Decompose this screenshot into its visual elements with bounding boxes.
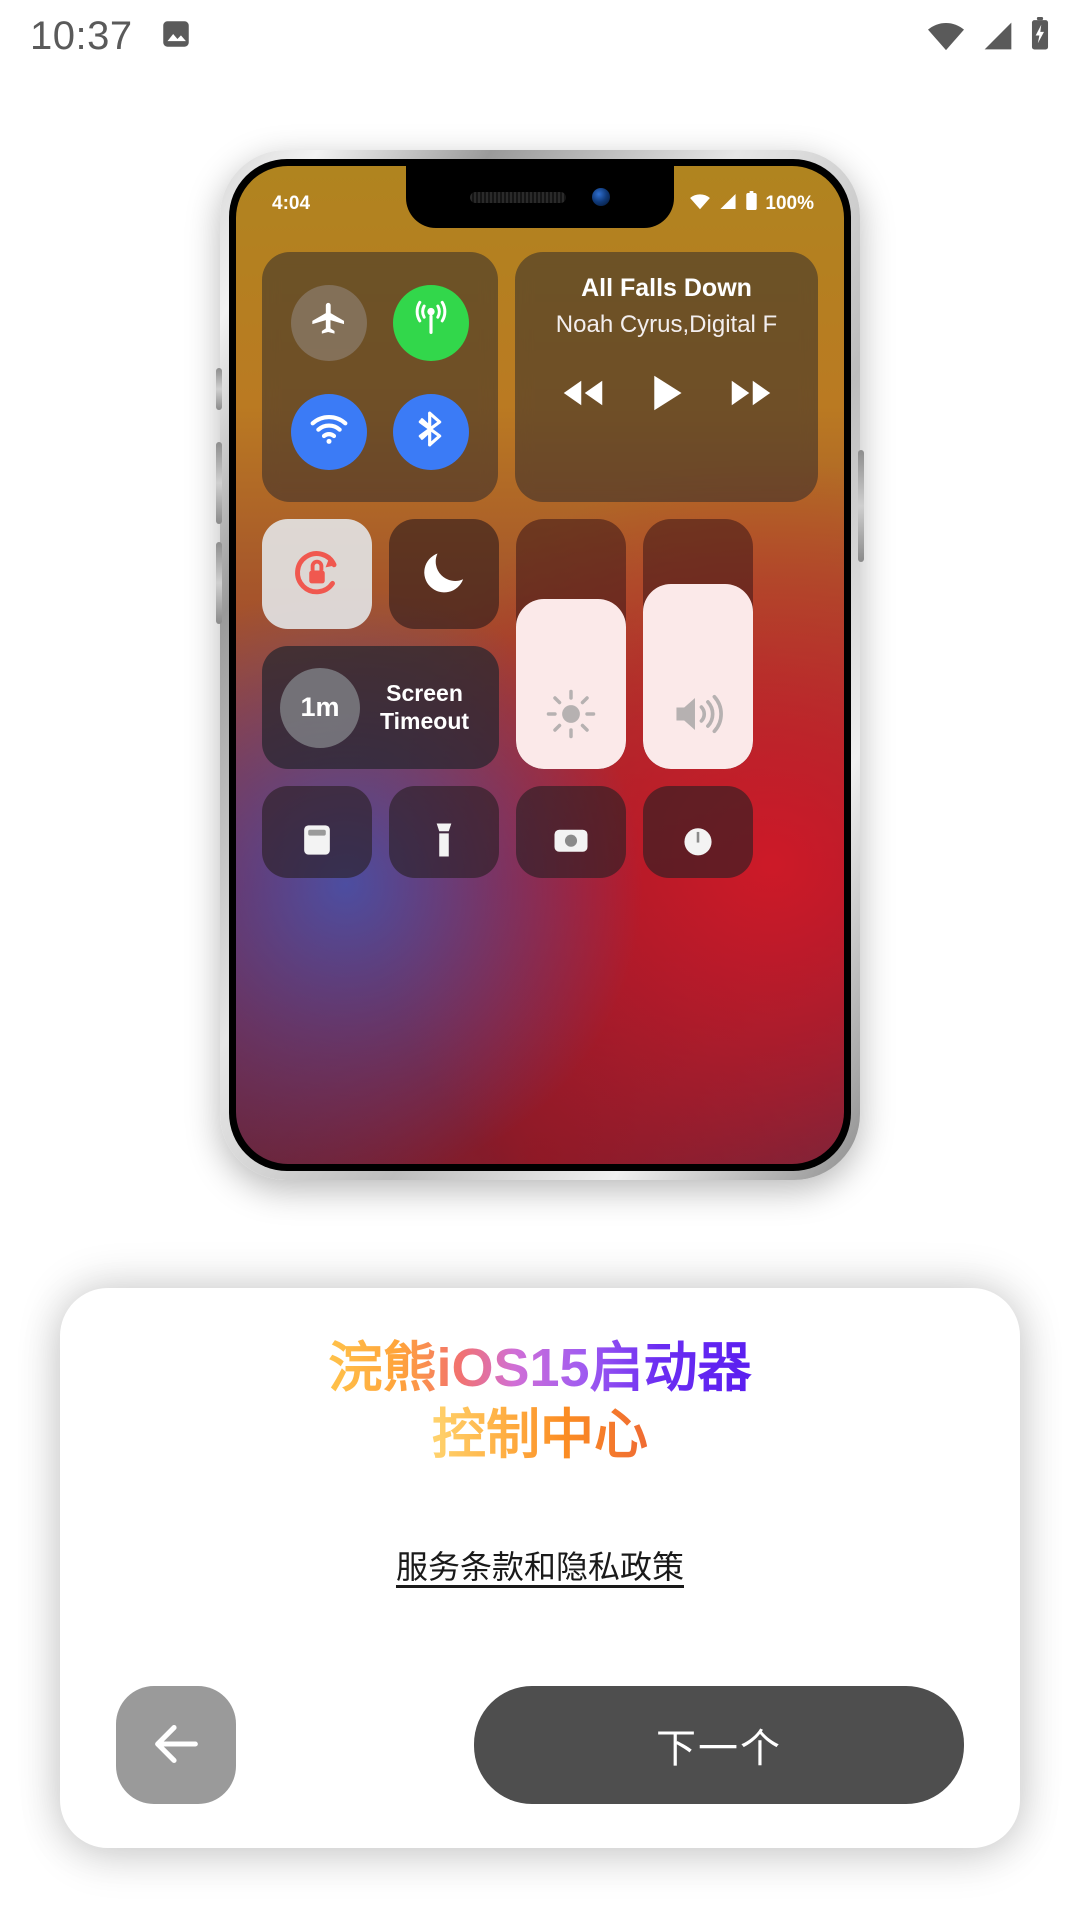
screen-timeout-tile[interactable]: 1m Screen Timeout — [262, 646, 499, 769]
timer-tile[interactable] — [643, 786, 753, 878]
wifi-toggle[interactable] — [291, 393, 367, 470]
bluetooth-toggle[interactable] — [393, 393, 469, 470]
phone-volume-down-button — [216, 542, 222, 624]
cellular-signal-icon — [980, 21, 1016, 56]
battery-icon — [745, 191, 758, 217]
brightness-icon — [545, 688, 597, 745]
next-button[interactable]: 下一个 — [474, 1686, 964, 1804]
front-camera-icon — [592, 188, 610, 206]
earpiece-speaker-icon — [470, 191, 566, 203]
moon-icon — [417, 545, 471, 604]
control-center: All Falls Down Noah Cyrus,Digital F 1m S… — [236, 252, 844, 878]
phone-bezel: 4:04 100% All Falls Down Noah Cyrus,Digi… — [229, 159, 851, 1171]
cellular-data-icon — [410, 299, 452, 346]
arrow-left-icon — [147, 1715, 205, 1776]
media-title: All Falls Down — [581, 274, 752, 302]
do-not-disturb-toggle[interactable] — [389, 519, 499, 629]
dialog-actions: 下一个 — [116, 1686, 964, 1804]
screen-timeout-label-line2: Timeout — [380, 707, 470, 734]
flashlight-tile[interactable] — [389, 786, 499, 878]
phone-status-time: 4:04 — [272, 193, 311, 214]
calculator-tile[interactable] — [262, 786, 372, 878]
wifi-icon — [926, 21, 966, 56]
brightness-slider-fill — [516, 599, 626, 769]
phone-frame: 4:04 100% All Falls Down Noah Cyrus,Digi… — [216, 150, 864, 1180]
cellular-signal-icon — [718, 193, 738, 216]
airplane-mode-toggle[interactable] — [291, 284, 367, 361]
rotation-lock-icon — [286, 541, 348, 608]
rotation-lock-toggle[interactable] — [262, 519, 372, 629]
android-status-bar: 10:37 — [0, 0, 1080, 72]
back-button[interactable] — [116, 1686, 236, 1804]
screen-timeout-label: Screen Timeout — [380, 680, 469, 734]
media-player-tile[interactable]: All Falls Down Noah Cyrus,Digital F — [515, 252, 818, 502]
bluetooth-icon — [411, 409, 451, 454]
battery-charging-icon — [1030, 16, 1050, 56]
cellular-data-toggle[interactable] — [393, 284, 469, 361]
control-center-small-toggles — [262, 519, 499, 629]
forward-icon[interactable] — [730, 377, 772, 414]
control-center-row-2: 1m Screen Timeout — [262, 519, 818, 769]
phone-mute-switch — [216, 368, 222, 410]
status-bar-clock: 10:37 — [30, 13, 133, 58]
phone-screen: 4:04 100% All Falls Down Noah Cyrus,Digi… — [236, 166, 844, 1164]
onboarding-dialog: 浣熊iOS15启动器 控制中心 服务条款和隐私政策 下一个 — [60, 1288, 1020, 1848]
media-controls — [562, 373, 772, 418]
screen-timeout-value: 1m — [280, 667, 360, 748]
connectivity-tile[interactable] — [262, 252, 498, 502]
volume-icon — [670, 688, 726, 745]
wifi-icon — [309, 409, 349, 454]
phone-notch — [406, 166, 674, 228]
gallery-image-icon — [159, 17, 193, 56]
volume-slider-fill — [643, 584, 753, 769]
control-center-row-3 — [262, 786, 818, 878]
media-artist: Noah Cyrus,Digital F — [555, 311, 778, 338]
app-subtitle: 控制中心 — [432, 1404, 648, 1468]
brightness-slider[interactable] — [516, 519, 626, 769]
phone-battery-percent: 100% — [765, 193, 814, 214]
play-icon[interactable] — [650, 373, 684, 418]
control-center-left-column: 1m Screen Timeout — [262, 519, 499, 769]
status-bar-right — [926, 16, 1050, 56]
airplane-mode-icon — [309, 300, 349, 345]
camera-tile[interactable] — [516, 786, 626, 878]
volume-slider[interactable] — [643, 519, 753, 769]
rewind-icon[interactable] — [562, 377, 604, 414]
screen-timeout-label-line1: Screen — [386, 680, 463, 707]
app-title: 浣熊iOS15启动器 — [328, 1336, 751, 1402]
phone-power-button — [858, 450, 864, 562]
status-bar-left: 10:37 — [30, 14, 193, 59]
wifi-icon — [689, 193, 711, 216]
terms-and-privacy-link[interactable]: 服务条款和隐私政策 — [396, 1542, 684, 1588]
phone-volume-up-button — [216, 442, 222, 524]
control-center-row-1: All Falls Down Noah Cyrus,Digital F — [262, 252, 818, 502]
phone-status-right: 100% — [689, 191, 814, 217]
